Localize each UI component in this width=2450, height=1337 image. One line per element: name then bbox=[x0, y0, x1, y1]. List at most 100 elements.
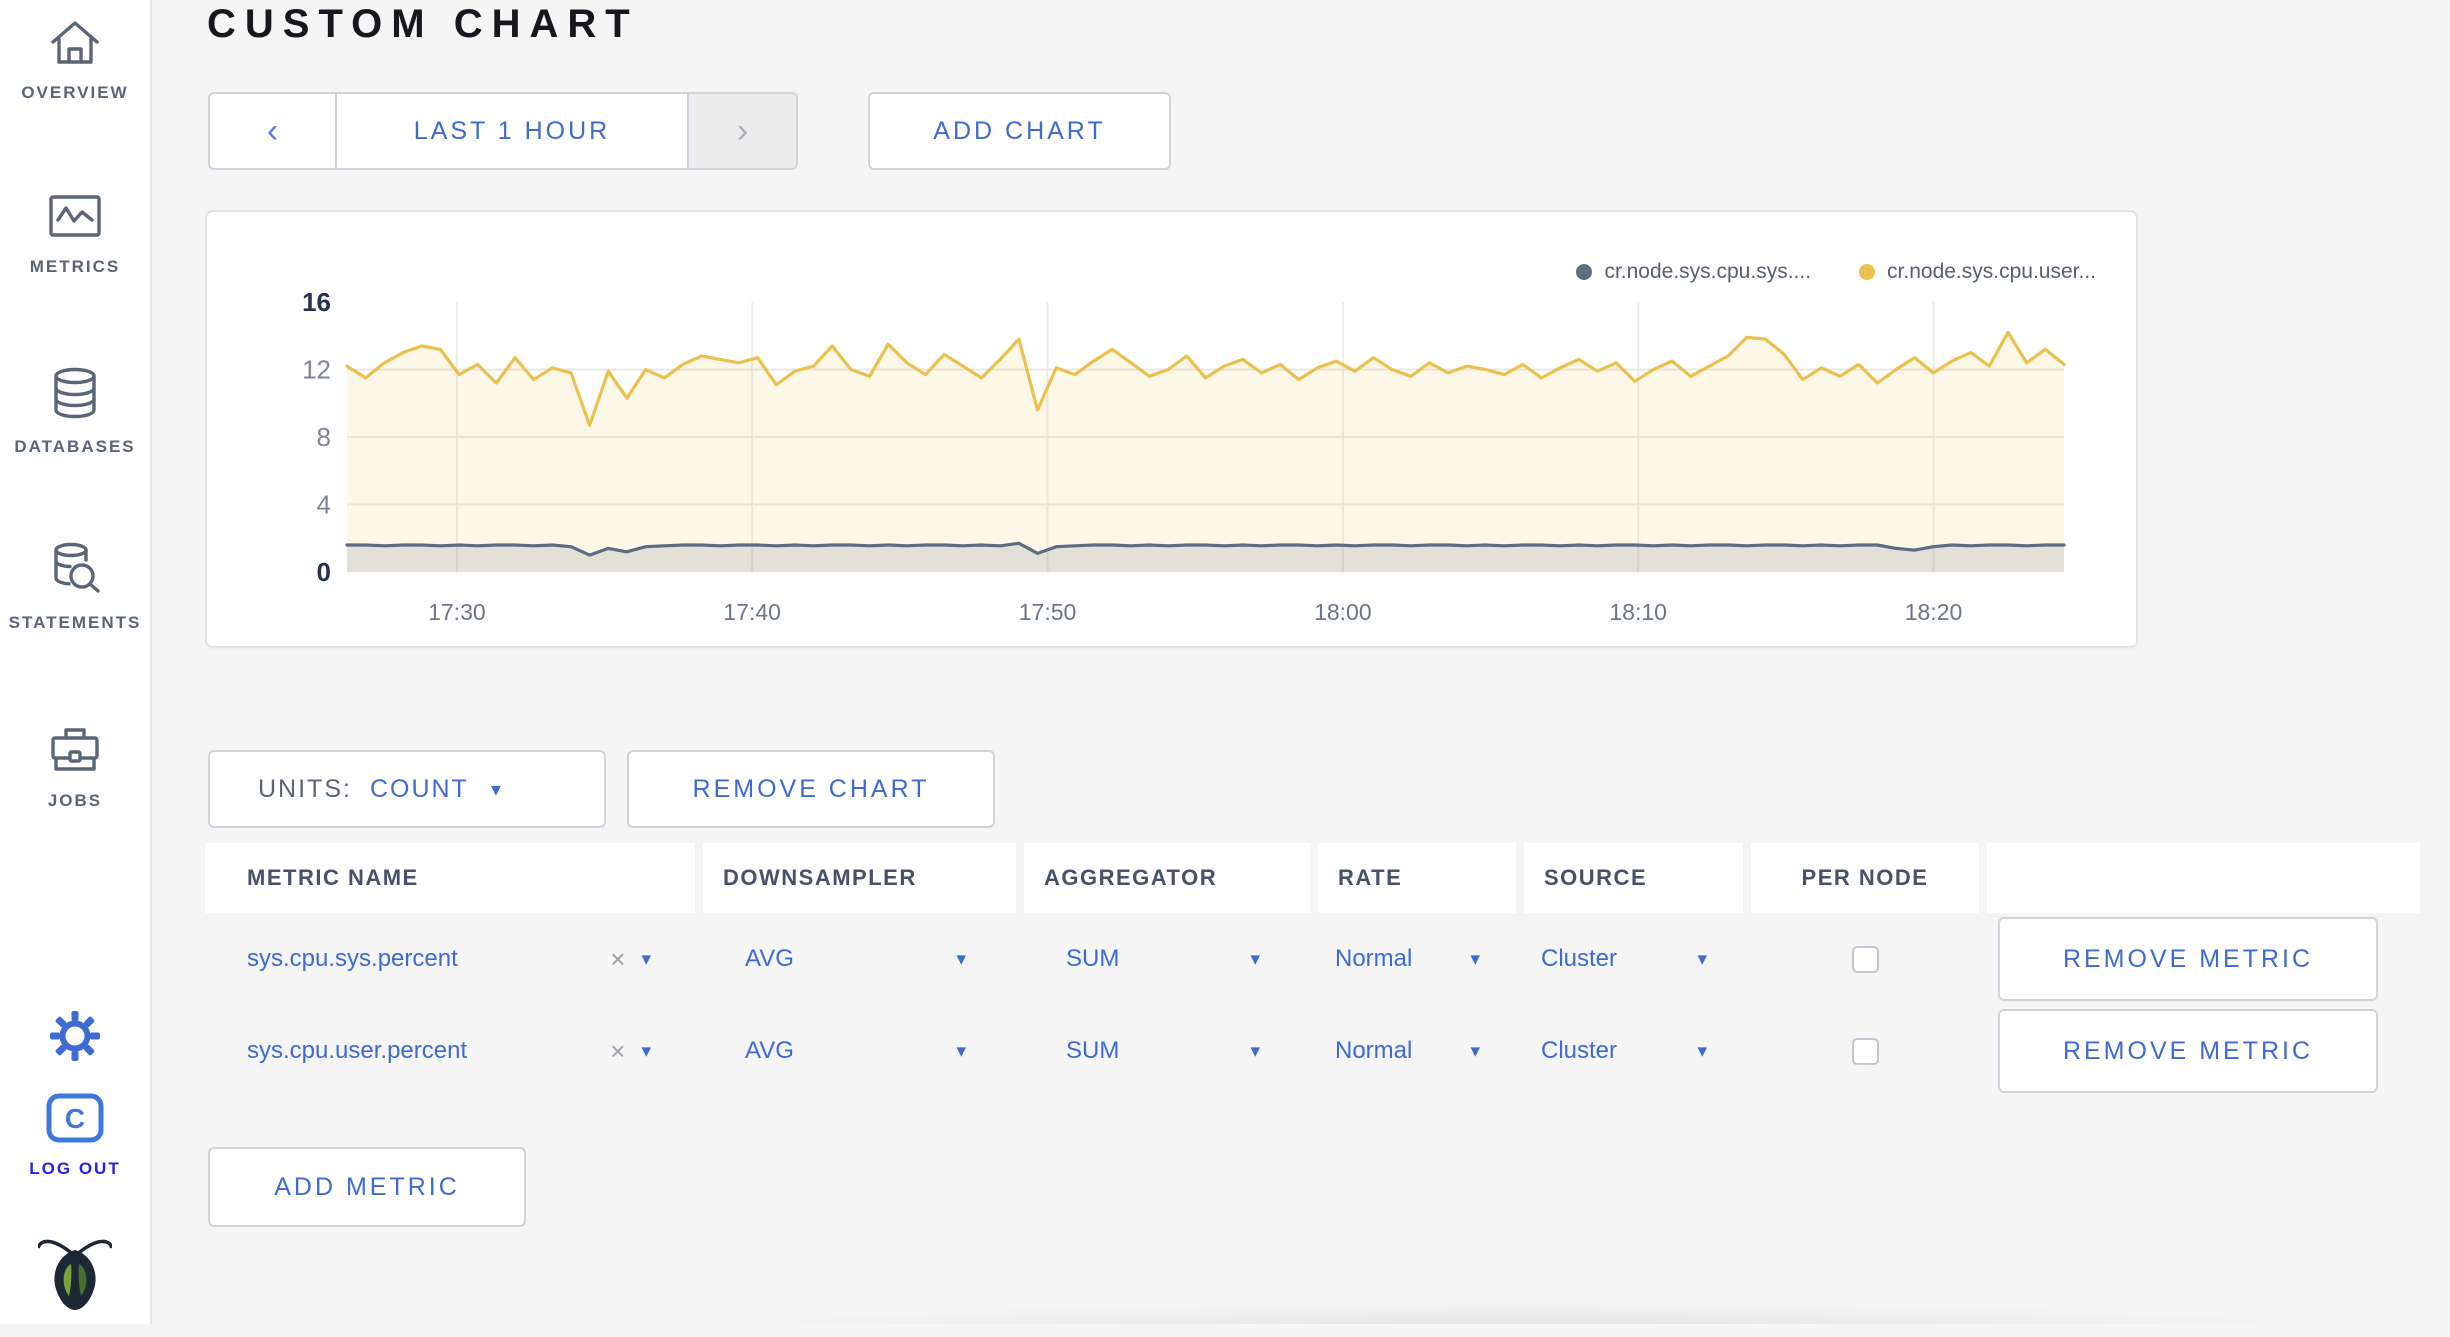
sidebar-item-databases[interactable]: DATABASES bbox=[0, 366, 150, 457]
sidebar-item-metrics[interactable]: METRICS bbox=[0, 190, 150, 277]
sidebar-settings[interactable] bbox=[0, 1010, 150, 1077]
legend-dot-icon bbox=[1859, 264, 1876, 280]
sidebar-item-label: DATABASES bbox=[14, 437, 136, 456]
table-row: sys.cpu.sys.percent × ▾ AVG ▾ SUM ▾ Norm… bbox=[205, 913, 2425, 1005]
sidebar: OVERVIEW METRICS DATABASES STATEMENTS JO… bbox=[0, 0, 152, 1324]
add-metric-button[interactable]: ADD METRIC bbox=[208, 1147, 526, 1227]
table-header-cell bbox=[1987, 843, 2420, 913]
sidebar-item-jobs[interactable]: JOBS bbox=[0, 722, 150, 811]
time-range-dropdown[interactable]: LAST 1 HOUR bbox=[337, 94, 687, 168]
logout-label: LOG OUT bbox=[29, 1159, 121, 1178]
sidebar-brand[interactable] bbox=[0, 1232, 150, 1337]
sidebar-item-label: METRICS bbox=[29, 257, 121, 276]
time-range-selector: ‹ LAST 1 HOUR › bbox=[208, 92, 798, 170]
chevron-down-icon: ▾ bbox=[956, 1040, 966, 1062]
per-node-checkbox[interactable] bbox=[1851, 1037, 1879, 1065]
chart-card: 0 4 8 12 16 17:30 17:40 17:50 18:00 18:10 18:20 cr… bbox=[205, 210, 2138, 648]
table-row: sys.cpu.user.percent × ▾ AVG ▾ SUM ▾ Nor… bbox=[205, 1005, 2425, 1097]
time-range-label: LAST 1 HOUR bbox=[413, 116, 611, 145]
table-header-row: METRIC NAME DOWNSAMPLER AGGREGATOR RATE SOUR… bbox=[205, 843, 2425, 913]
units-value: COUNT bbox=[369, 774, 469, 803]
sidebar-item-statements[interactable]: STATEMENTS bbox=[0, 540, 150, 633]
sidebar-logout[interactable]: C LOG OUT bbox=[0, 1092, 150, 1179]
downsampler-value: AVG bbox=[745, 1037, 794, 1064]
rate-value: Normal bbox=[1335, 1037, 1413, 1064]
gear-icon bbox=[0, 1010, 150, 1067]
chevron-down-icon: ▾ bbox=[641, 948, 651, 970]
cockroach-c-icon: C bbox=[0, 1092, 150, 1149]
table-header-cell: AGGREGATOR bbox=[1024, 843, 1310, 913]
svg-text:0: 0 bbox=[317, 557, 331, 587]
cockroach-bug-icon bbox=[0, 1232, 150, 1327]
home-icon bbox=[0, 16, 150, 73]
table-header-cell: METRIC NAME bbox=[205, 843, 695, 913]
bottom-scroll-shadow bbox=[602, 1302, 2450, 1324]
svg-text:17:50: 17:50 bbox=[1019, 599, 1077, 625]
legend-label: cr.node.sys.cpu.user... bbox=[1887, 260, 2096, 283]
svg-text:16: 16 bbox=[302, 287, 331, 317]
chevron-down-icon: ▾ bbox=[641, 1040, 651, 1062]
table-header-cell: RATE bbox=[1318, 843, 1516, 913]
sidebar-item-label: JOBS bbox=[47, 791, 103, 810]
svg-text:17:40: 17:40 bbox=[723, 599, 781, 625]
chevron-down-icon: ▾ bbox=[1470, 1040, 1480, 1062]
source-value: Cluster bbox=[1541, 945, 1618, 972]
page-title: CUSTOM CHART bbox=[207, 2, 639, 46]
close-icon[interactable]: × bbox=[610, 944, 625, 975]
metric-name-value: sys.cpu.user.percent bbox=[247, 1037, 468, 1064]
chevron-down-icon: ▾ bbox=[1697, 1040, 1707, 1062]
close-icon[interactable]: × bbox=[610, 1036, 625, 1067]
sidebar-item-label: STATEMENTS bbox=[8, 613, 142, 632]
table-header-cell: DOWNSAMPLER bbox=[703, 843, 1016, 913]
aggregator-select[interactable]: SUM ▾ bbox=[1024, 913, 1310, 1005]
svg-text:18:20: 18:20 bbox=[1905, 599, 1963, 625]
metric-name-select[interactable]: sys.cpu.user.percent × ▾ bbox=[205, 1005, 695, 1097]
svg-text:18:00: 18:00 bbox=[1314, 599, 1372, 625]
chevron-right-icon: › bbox=[736, 111, 749, 150]
units-label: UNITS: bbox=[258, 774, 352, 803]
source-select[interactable]: Cluster ▾ bbox=[1524, 1005, 1743, 1097]
remove-metric-button[interactable]: REMOVE METRIC bbox=[1998, 917, 2378, 1001]
legend-label: cr.node.sys.cpu.sys.... bbox=[1604, 260, 1812, 283]
briefcase-icon bbox=[0, 722, 150, 781]
time-prev-button[interactable]: ‹ bbox=[210, 94, 337, 168]
metric-name-select[interactable]: sys.cpu.sys.percent × ▾ bbox=[205, 913, 695, 1005]
logout-monogram: C bbox=[65, 1103, 85, 1134]
remove-metric-button[interactable]: REMOVE METRIC bbox=[1998, 1009, 2378, 1093]
chevron-down-icon: ▾ bbox=[956, 948, 966, 970]
units-dropdown[interactable]: UNITS: COUNT ▾ bbox=[208, 750, 606, 828]
rate-value: Normal bbox=[1335, 945, 1413, 972]
action-cell: REMOVE METRIC bbox=[1987, 913, 2420, 1005]
source-value: Cluster bbox=[1541, 1037, 1618, 1064]
svg-text:12: 12 bbox=[302, 355, 331, 385]
legend-item: cr.node.sys.cpu.sys.... bbox=[1576, 260, 1811, 284]
main-content: CUSTOM CHART ‹ LAST 1 HOUR › ADD CHART 0… bbox=[152, 0, 2450, 1324]
table-header-cell: SOURCE bbox=[1524, 843, 1743, 913]
per-node-cell bbox=[1751, 1005, 1979, 1097]
chevron-down-icon: ▾ bbox=[1250, 948, 1260, 970]
metric-name-value: sys.cpu.sys.percent bbox=[247, 945, 458, 972]
database-icon bbox=[0, 366, 150, 427]
aggregator-value: SUM bbox=[1066, 945, 1120, 972]
metrics-table: METRIC NAME DOWNSAMPLER AGGREGATOR RATE SOUR… bbox=[205, 843, 2425, 1097]
table-body: sys.cpu.sys.percent × ▾ AVG ▾ SUM ▾ Norm… bbox=[205, 913, 2425, 1097]
source-select[interactable]: Cluster ▾ bbox=[1524, 913, 1743, 1005]
aggregator-select[interactable]: SUM ▾ bbox=[1024, 1005, 1310, 1097]
downsampler-select[interactable]: AVG ▾ bbox=[703, 913, 1016, 1005]
rate-select[interactable]: Normal ▾ bbox=[1318, 1005, 1516, 1097]
rate-select[interactable]: Normal ▾ bbox=[1318, 913, 1516, 1005]
metrics-icon bbox=[0, 190, 150, 247]
time-next-button[interactable]: › bbox=[687, 94, 796, 168]
statements-icon bbox=[0, 540, 150, 603]
sidebar-item-overview[interactable]: OVERVIEW bbox=[0, 16, 150, 103]
add-chart-button[interactable]: ADD CHART bbox=[868, 92, 1171, 170]
per-node-checkbox[interactable] bbox=[1851, 945, 1879, 973]
svg-text:17:30: 17:30 bbox=[428, 599, 486, 625]
aggregator-value: SUM bbox=[1066, 1037, 1120, 1064]
chevron-down-icon: ▾ bbox=[490, 778, 504, 801]
chevron-down-icon: ▾ bbox=[1250, 1040, 1260, 1062]
chart-legend: cr.node.sys.cpu.sys.... cr.node.sys.cpu.u… bbox=[1576, 260, 2096, 284]
chevron-down-icon: ▾ bbox=[1697, 948, 1707, 970]
remove-chart-button[interactable]: REMOVE CHART bbox=[627, 750, 995, 828]
downsampler-select[interactable]: AVG ▾ bbox=[703, 1005, 1016, 1097]
